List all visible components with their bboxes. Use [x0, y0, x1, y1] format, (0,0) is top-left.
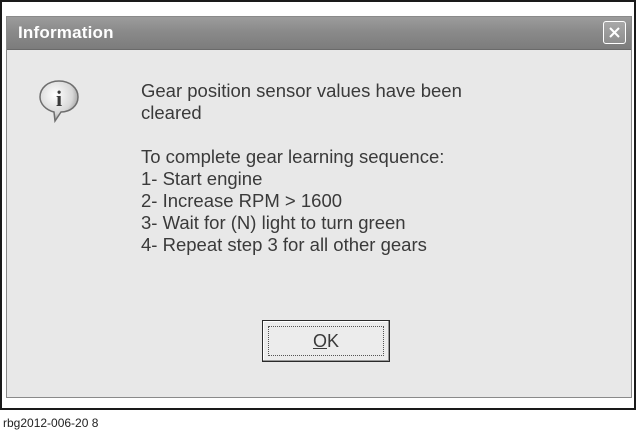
message-line: To complete gear learning sequence:	[141, 146, 445, 167]
close-icon	[609, 27, 620, 38]
message-line: Gear position sensor values have been	[141, 80, 462, 101]
information-glyph: i	[56, 86, 62, 111]
ok-button[interactable]: OK	[262, 320, 390, 362]
ok-button-label: OK	[313, 331, 339, 352]
title-bar[interactable]: Information	[7, 17, 631, 50]
message-spacer	[141, 124, 581, 146]
information-dialog: Information i Gear position sensor value…	[6, 16, 632, 398]
message-line: 1- Start engine	[141, 168, 263, 189]
close-button[interactable]	[603, 21, 626, 44]
message-text: Gear position sensor values have been cl…	[141, 80, 581, 256]
figure-caption: rbg2012-006-20 8	[3, 416, 99, 430]
message-line: 3- Wait for (N) light to turn green	[141, 212, 406, 233]
dialog-title: Information	[18, 23, 114, 42]
message-line: 2- Increase RPM > 1600	[141, 190, 343, 211]
ok-mnemonic: O	[312, 330, 327, 351]
information-icon: i	[39, 80, 79, 124]
ok-label-rest: K	[327, 330, 340, 351]
dialog-body: i Gear position sensor values have been …	[7, 50, 631, 397]
message-line: cleared	[141, 102, 202, 123]
message-line: 4- Repeat step 3 for all other gears	[141, 234, 427, 255]
